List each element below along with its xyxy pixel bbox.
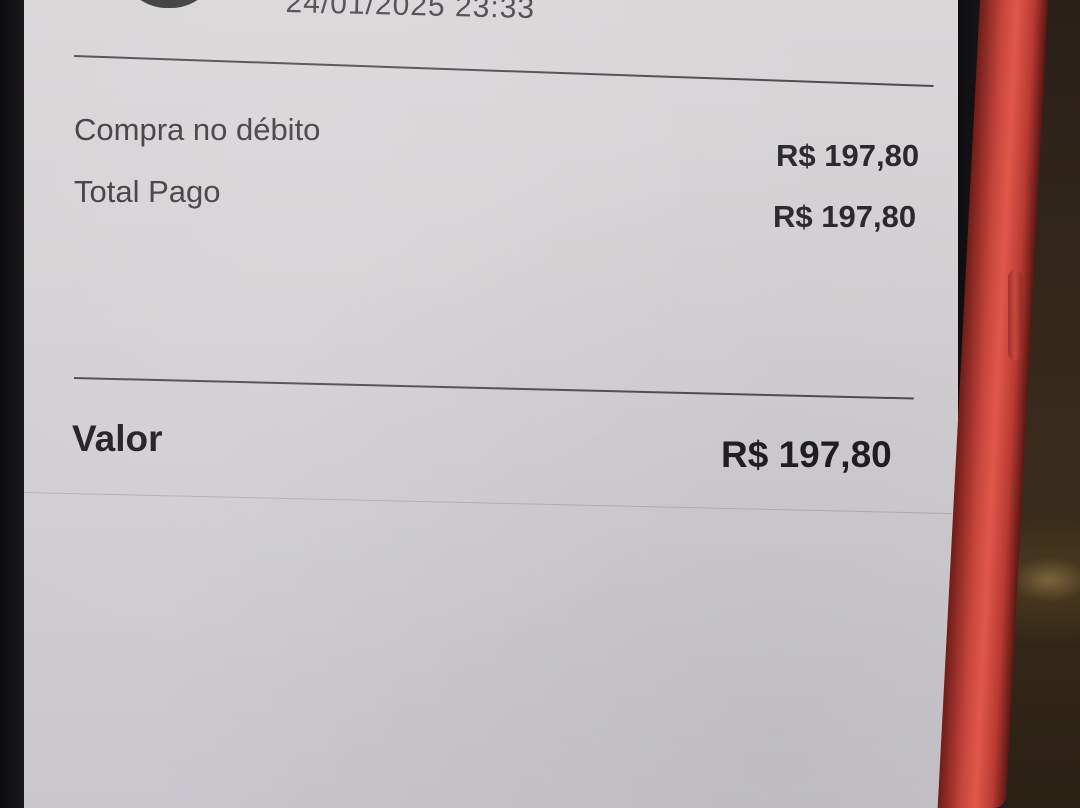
transaction-datetime: 24/01/2025 23:33 [285,0,536,26]
item-label-total-pago: Total Pago [74,174,221,209]
phone-left-edge [0,0,26,808]
photo-scene: 24/01/2025 23:33 Compra no débito R$ 197… [0,0,1080,808]
divider [73,377,914,400]
total-label: Valor [72,418,163,459]
divider [73,55,934,88]
phone-screen: 24/01/2025 23:33 Compra no débito R$ 197… [24,0,964,808]
item-amount-compra: R$ 197,80 [776,138,920,173]
total-amount: R$ 197,80 [721,434,892,475]
section-separator [24,492,964,515]
avatar-icon [119,0,219,8]
side-button [1008,270,1022,360]
item-amount-total-pago: R$ 197,80 [773,199,917,234]
item-label-compra: Compra no débito [74,112,321,147]
